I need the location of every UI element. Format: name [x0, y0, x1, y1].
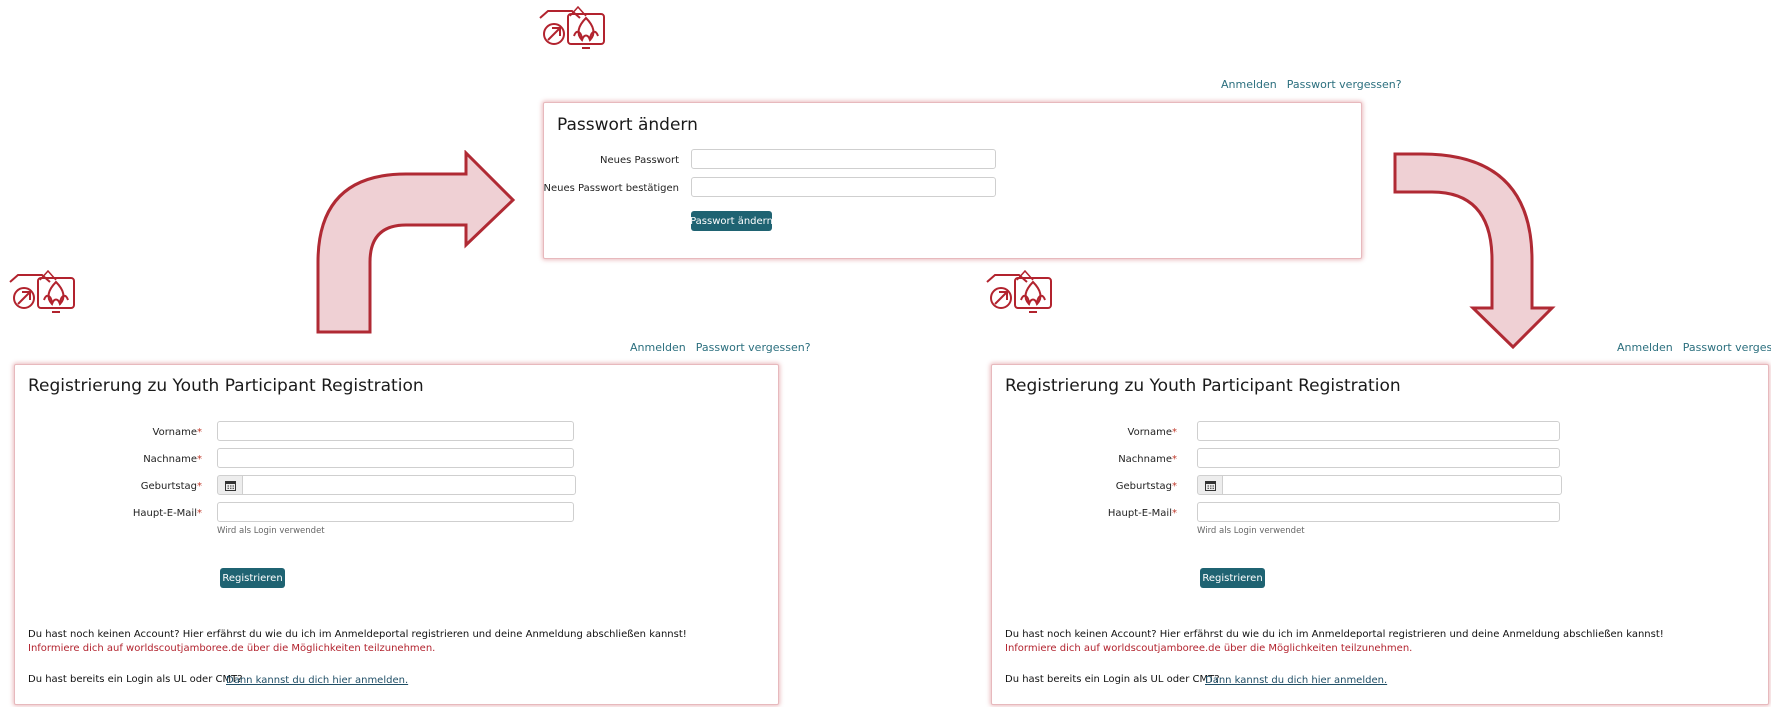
- email-input[interactable]: [217, 502, 574, 522]
- right-header-links: Anmelden Passwort vergessen?: [1617, 341, 1771, 354]
- first-name-input[interactable]: [217, 421, 574, 441]
- email-help-text: Wird als Login verwendet: [1197, 526, 1305, 536]
- top-header-links: Anmelden Passwort vergessen?: [1221, 78, 1402, 91]
- registration-title: Registrierung zu Youth Participant Regis…: [1005, 376, 1401, 396]
- first-name-label: Vorname*: [152, 427, 202, 438]
- first-name-input[interactable]: [1197, 421, 1560, 441]
- calendar-button[interactable]: [1197, 475, 1223, 495]
- birthday-label: Geburtstag*: [140, 481, 202, 492]
- info-link-text[interactable]: Informiere dich auf worldscoutjamboree.d…: [28, 643, 435, 654]
- staff-login-link[interactable]: Dann kannst du dich hier anmelden.: [226, 675, 408, 686]
- left-header-links: Anmelden Passwort vergessen?: [630, 341, 811, 354]
- email-input[interactable]: [1197, 502, 1560, 522]
- birthday-input[interactable]: [1222, 475, 1562, 495]
- email-label: Haupt-E-Mail*: [1107, 508, 1177, 519]
- info-text: Du hast noch keinen Account? Hier erfähr…: [1005, 629, 1664, 640]
- calendar-button[interactable]: [217, 475, 243, 495]
- forgot-password-link[interactable]: Passwort vergessen?: [1287, 78, 1402, 91]
- login-link[interactable]: Anmelden: [1221, 78, 1277, 91]
- info-link-text[interactable]: Informiere dich auf worldscoutjamboree.d…: [1005, 643, 1412, 654]
- change-password-card: Passwort ändern Neues Passwort Neues Pas…: [543, 102, 1362, 259]
- change-password-title: Passwort ändern: [557, 115, 698, 135]
- first-name-label: Vorname*: [1127, 427, 1177, 438]
- forgot-password-link[interactable]: Passwort vergessen?: [1683, 341, 1771, 354]
- curved-arrow-down-icon: [1393, 152, 1556, 350]
- scout-logo-icon: [8, 268, 88, 316]
- email-label: Haupt-E-Mail*: [132, 508, 202, 519]
- registration-card-right: Registrierung zu Youth Participant Regis…: [991, 364, 1769, 705]
- birthday-label: Geburtstag*: [1115, 481, 1177, 492]
- new-password-input[interactable]: [691, 149, 996, 169]
- email-help-text: Wird als Login verwendet: [217, 526, 325, 536]
- curved-arrow-right-icon: [316, 150, 516, 334]
- login-prompt: Du hast bereits ein Login als UL oder CM…: [1005, 674, 1220, 685]
- login-link[interactable]: Anmelden: [1617, 341, 1673, 354]
- registration-title: Registrierung zu Youth Participant Regis…: [28, 376, 424, 396]
- new-password-label: Neues Passwort: [600, 155, 679, 166]
- register-button[interactable]: Registrieren: [1200, 568, 1265, 588]
- confirm-password-label: Neues Passwort bestätigen: [543, 183, 679, 194]
- info-text: Du hast noch keinen Account? Hier erfähr…: [28, 629, 687, 640]
- forgot-password-link[interactable]: Passwort vergessen?: [696, 341, 811, 354]
- calendar-icon: [224, 480, 236, 491]
- last-name-label: Nachname*: [1118, 454, 1177, 465]
- scout-logo-icon: [985, 268, 1065, 316]
- login-prompt: Du hast bereits ein Login als UL oder CM…: [28, 674, 243, 685]
- change-password-button[interactable]: Passwort ändern: [690, 211, 773, 231]
- calendar-icon: [1204, 480, 1216, 491]
- registration-card-left: Registrierung zu Youth Participant Regis…: [14, 364, 779, 705]
- birthday-input[interactable]: [242, 475, 576, 495]
- confirm-password-input[interactable]: [691, 177, 996, 197]
- scout-logo-icon: [538, 4, 618, 52]
- staff-login-link[interactable]: Dann kannst du dich hier anmelden.: [1205, 675, 1387, 686]
- login-link[interactable]: Anmelden: [630, 341, 686, 354]
- last-name-label: Nachname*: [143, 454, 202, 465]
- register-button[interactable]: Registrieren: [220, 568, 285, 588]
- last-name-input[interactable]: [1197, 448, 1560, 468]
- last-name-input[interactable]: [217, 448, 574, 468]
